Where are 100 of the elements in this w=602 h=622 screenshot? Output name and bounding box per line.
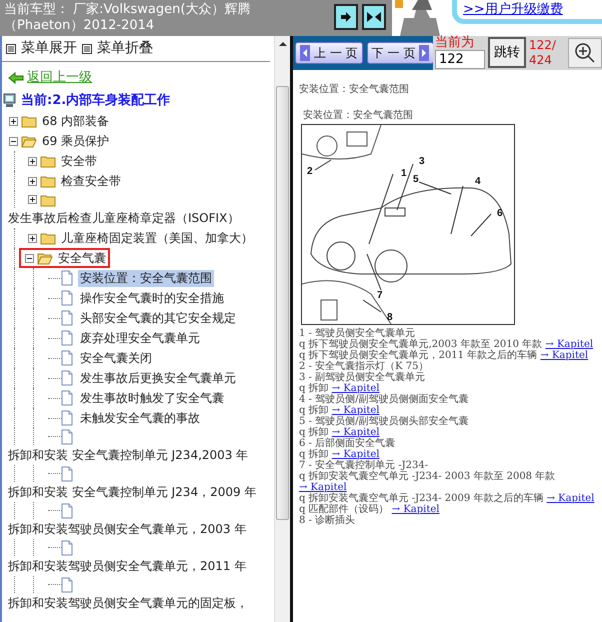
page-icon [59, 350, 75, 366]
document-line: 6 - 后部侧面安全气囊 [299, 438, 396, 449]
document-line: q 拆卸 → Kapitel [299, 427, 381, 438]
previous-page-button[interactable]: 上 一 页 [295, 42, 363, 64]
minus-box-icon[interactable] [9, 136, 18, 146]
plus-box-icon[interactable] [28, 234, 37, 242]
callout-number: 3 [419, 156, 425, 167]
arrow-right-icon [419, 45, 430, 61]
figure-caption: 安装位置：安全气囊范围 [302, 110, 414, 122]
kapitel-link[interactable]: → Kapitel [332, 383, 380, 394]
page-icon [59, 290, 75, 306]
page-icon [59, 410, 75, 426]
tree-page-item[interactable]: 发生事故时触发了安全气囊 [78, 390, 226, 406]
callout-number: 8 [387, 312, 393, 323]
tree-folder-item[interactable]: 安全带 [59, 152, 99, 170]
plus-box-icon[interactable] [28, 156, 37, 166]
tree-page-item[interactable]: 发生事故后更换安全气囊单元 [78, 370, 238, 386]
tree-page-item[interactable]: 拆卸和安装 安全气囊控制单元 J234，2009 年 [2, 482, 256, 502]
tree-page-item[interactable]: 拆卸和安装 安全气囊控制单元 J234,2003 年 [2, 445, 248, 465]
current-page-label: 当前为 [435, 36, 475, 50]
tree-page-item[interactable]: 操作安全气囊时的安全措施 [78, 290, 226, 306]
tree-page-item[interactable]: 废弃处理安全气囊单元 [78, 330, 202, 346]
document-line: 8 - 诊断插头 [299, 515, 356, 526]
plus-box-icon[interactable] [28, 176, 37, 186]
callout-number: 5 [413, 174, 419, 185]
document-line: 2 - 安全气囊指示灯（K 75） [299, 361, 430, 372]
page-icon [59, 370, 75, 386]
callout-number: 7 [377, 290, 383, 301]
tree-page-item[interactable]: 拆卸和安装驾驶员侧安全气囊单元的固定板， [2, 593, 248, 613]
arrow-right-icon [340, 11, 352, 23]
tree-folder-item[interactable]: 安全气囊 [56, 250, 108, 266]
document-line: q 拆下驾驶员侧安全气囊单元，2011 年款之后的车辆 → Kapitel [299, 350, 588, 361]
document-heading: 安装位置：安全气囊范围 [299, 84, 410, 96]
kapitel-link[interactable]: → Kapitel [546, 493, 594, 504]
tree-folder-item[interactable]: 69 乘员保护 [40, 132, 112, 150]
kapitel-link[interactable]: → Kapitel [299, 482, 347, 493]
kapitel-link[interactable]: → Kapitel [332, 449, 380, 460]
zoom-in-icon [574, 42, 596, 64]
plus-box-icon[interactable] [9, 116, 18, 126]
document-line: q 拆下驾驶员侧安全气囊单元,2003 年款至 2010 年款 → Kapitel [299, 339, 594, 350]
page-icon [59, 390, 75, 406]
next-page-button[interactable]: 下 一 页 [366, 42, 434, 64]
document-line: q 拆卸安装气囊空气单元 -J234- 2009 年款之后的车辆 → Kapitel [299, 493, 596, 504]
expand-pane-button[interactable] [334, 4, 358, 30]
tree-folder-item[interactable]: 检查安全带 [59, 172, 123, 190]
document-line: 5 - 驾驶员侧/副驾驶员侧头部安全气囊 [299, 416, 470, 427]
callout-number: 6 [497, 208, 503, 219]
menu-collapse-link[interactable]: 菜单折叠 [97, 38, 153, 59]
go-button[interactable]: 跳转 [488, 37, 526, 68]
tree-page-item[interactable]: 拆卸和安装驾驶员侧安全气囊单元，2003 年 [2, 519, 246, 539]
document-line: 3 - 副驾驶员侧安全气囊单元 [299, 372, 426, 383]
page-icon [59, 428, 75, 444]
menu-expand-link[interactable]: 菜单展开 [21, 38, 77, 59]
document-line: q 拆卸 → Kapitel [299, 449, 380, 460]
car-model-title: 当前车型： 厂家:Volkswagen(大众）辉腾 [4, 2, 252, 18]
page-icon [59, 502, 75, 518]
list-box-icon [82, 44, 92, 54]
page-icon [59, 310, 75, 326]
tree-folder-item[interactable]: 儿童座椅固定装置（美国、加拿大） [59, 230, 255, 246]
document-line: 1 - 驾驶员侧安全气囊单元 [299, 328, 416, 339]
tree-folder-item[interactable]: 68 内部装备 [40, 112, 112, 130]
zoom-in-button[interactable] [568, 38, 602, 68]
tree-page-item[interactable]: 安装位置：安全气囊范围 [78, 270, 214, 286]
kapitel-link[interactable]: → Kapitel [540, 350, 588, 361]
page-number-field[interactable]: 122 [435, 50, 485, 69]
tree-root-label: 当前:2.内部车身装配工作 [21, 92, 170, 110]
arrow-left-icon [8, 72, 24, 84]
kapitel-link[interactable]: → Kapitel [392, 504, 440, 515]
page-icon [59, 466, 75, 482]
car-model-title: （Phaeton）2012-2014 [4, 18, 156, 34]
tree-page-item[interactable]: 拆卸和安装驾驶员侧安全气囊单元，2011 年 [2, 556, 246, 576]
page-count: 122/424 [529, 38, 557, 68]
tree-folder-item[interactable]: 发生事故后检查儿童座椅章定器（ISOFIX） [2, 208, 240, 228]
page-icon [59, 330, 75, 346]
page-icon [59, 270, 75, 286]
tree-page-item[interactable]: 未触发安全气囊的事故 [78, 410, 202, 426]
split-pane-button[interactable] [362, 4, 386, 30]
tree-page-item[interactable]: 头部安全气囊的其它安全规定 [78, 310, 238, 326]
arrow-left-icon [300, 45, 310, 61]
plus-box-icon[interactable] [28, 195, 37, 204]
callout-number: 2 [307, 166, 313, 177]
document-line: q 拆卸 → Kapitel [299, 383, 380, 394]
callout-number: 4 [475, 176, 481, 187]
computer-icon [2, 93, 17, 108]
document-line: q 匹配部件（设码） → Kapitel [299, 504, 441, 515]
page-icon [59, 540, 75, 556]
double-arrow-icon [367, 11, 381, 23]
document-line: 4 - 驾驶员侧/副驾驶员侧侧面安全气囊 [299, 394, 470, 405]
document-line: q 拆卸 → Kapitel [299, 405, 380, 416]
page-icon [59, 576, 75, 592]
document-line: q 拆卸安装气囊空气单元 -J234- 2003 年款至 2008 年款 → Kapitel [299, 471, 556, 493]
list-box-icon [6, 44, 16, 54]
back-link[interactable]: 返回上一级 [27, 68, 92, 88]
kapitel-link[interactable]: → Kapitel [332, 427, 380, 438]
minus-box-icon[interactable] [25, 254, 34, 262]
callout-number: 1 [401, 168, 407, 179]
document-line: 7 - 安全气囊控制单元 -J234- [299, 460, 430, 471]
tree-page-item[interactable]: 安全气囊关闭 [78, 350, 154, 366]
kapitel-link[interactable]: → Kapitel [332, 405, 380, 416]
kapitel-link[interactable]: → Kapitel [545, 339, 594, 350]
